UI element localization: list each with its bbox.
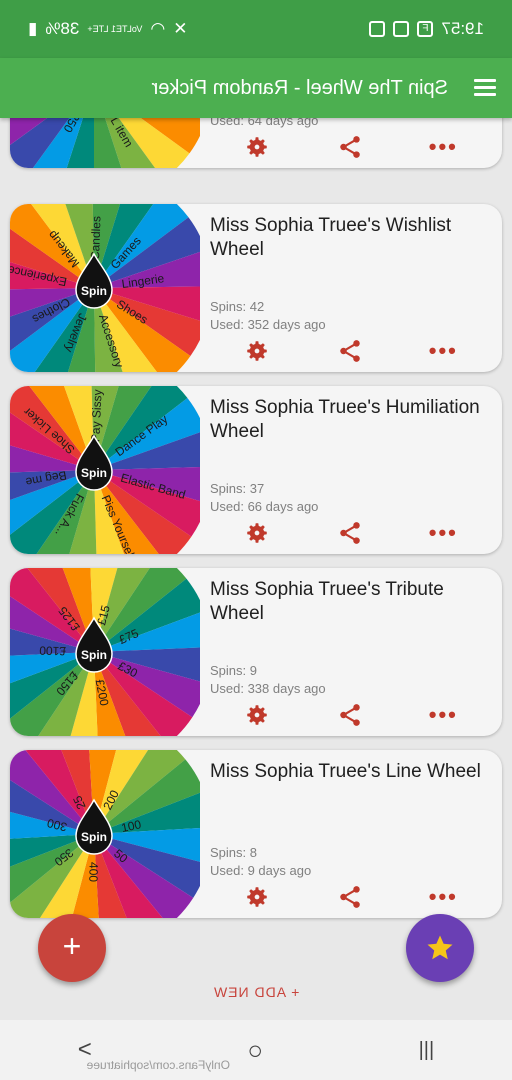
more-options-button[interactable]: •••	[428, 882, 458, 912]
wheel-segment-label: £100	[39, 643, 66, 658]
share-button[interactable]	[335, 518, 365, 548]
add-wheel-button[interactable]: +	[38, 914, 106, 982]
status-bar: 19:57 F ✕ ◠ VoLTE1 LTE+ 38% ▮	[0, 0, 512, 58]
home-icon[interactable]: ○	[247, 1035, 263, 1066]
wheel-last-used: Used: 66 days ago	[210, 499, 319, 514]
share-button[interactable]	[335, 700, 365, 730]
gear-icon	[246, 887, 267, 907]
settings-button[interactable]	[242, 700, 272, 730]
network-label: VoLTE1 LTE+	[87, 24, 143, 34]
watermark: OnlyFans.com/sophiatruee	[86, 1058, 230, 1072]
wheel-card[interactable]: 100 50 400 350 300 25 200 Spin Miss Sophia Truee…	[10, 750, 502, 918]
share-icon	[340, 886, 360, 908]
wheel-segment-label: Candles	[88, 216, 104, 260]
wifi-icon: ◠	[150, 19, 166, 38]
more-dots-icon: •••	[428, 134, 458, 159]
spin-label: Spin	[81, 830, 107, 844]
wheel-actions: •••	[210, 132, 490, 162]
add-new-button[interactable]: + ADD NEW	[0, 984, 512, 1014]
wheel-preview[interactable]: 100 50 400 350 300 25 200 Spin	[10, 750, 200, 918]
more-options-button[interactable]: •••	[428, 336, 458, 366]
share-button[interactable]	[335, 132, 365, 162]
spin-label: Spin	[81, 648, 107, 662]
wheel-spins-count: Spins: 42	[210, 299, 265, 314]
gallery-icon	[393, 21, 410, 37]
wheel-title: Miss Sophia Truee's Wishlist Wheel	[210, 215, 452, 260]
wheel-last-used: Used: 9 days ago	[210, 863, 312, 878]
spin-label: Spin	[81, 466, 107, 480]
gear-icon	[246, 523, 267, 543]
settings-button[interactable]	[242, 336, 272, 366]
wheel-segment-label: Pay Sissy	[88, 389, 104, 442]
wheel-graphic: £1002 +WL item£250£500secretSpin	[10, 118, 200, 168]
wheel-graphic: 1005040035030025 200Spin	[10, 750, 200, 918]
wheel-list[interactable]: £1002 +WL item£250£500secretSpinSpins: 1…	[0, 118, 512, 1020]
wheel-actions: •••	[210, 700, 490, 730]
wheel-actions: •••	[210, 882, 490, 912]
wheel-graphic: Dance PlayElastic BandPiss YourselfFuck …	[10, 386, 200, 554]
wheel-last-used: Used: 352 days ago	[210, 317, 326, 332]
more-options-button[interactable]: •••	[428, 518, 458, 548]
wheel-card[interactable]: Dance Play Elastic Band Piss Yourself Fuck …	[10, 386, 502, 554]
mute-icon: ✕	[173, 19, 188, 38]
settings-button[interactable]	[242, 518, 272, 548]
app-title: Spin The Wheel - Random Picker	[151, 76, 448, 99]
wheel-preview[interactable]: £1002 +WL item£250£500secretSpin	[10, 118, 200, 168]
share-icon	[340, 522, 360, 544]
menu-icon[interactable]	[472, 79, 496, 97]
wheel-last-used: Used: 64 days ago	[210, 118, 319, 128]
gear-icon	[246, 341, 267, 361]
record-icon	[369, 21, 386, 37]
more-options-button[interactable]: •••	[428, 700, 458, 730]
wheel-spins-count: Spins: 9	[210, 663, 257, 678]
share-button[interactable]	[335, 336, 365, 366]
wheel-preview[interactable]: £75 £30 £200 £150 £100 £125 £15 Spin	[10, 568, 200, 736]
settings-button[interactable]	[242, 132, 272, 162]
battery-icon: ▮	[28, 19, 38, 38]
more-options-button[interactable]: •••	[428, 132, 458, 162]
wheel-title: Miss Sophia Truee's Humiliation Wheel	[210, 397, 480, 442]
share-icon	[340, 340, 360, 362]
battery-percent: 38%	[45, 19, 80, 38]
app-bar: Spin The Wheel - Random Picker	[0, 58, 512, 118]
wheel-title: Miss Sophia Truee's Tribute Wheel	[210, 579, 444, 624]
more-dots-icon: •••	[428, 338, 458, 363]
notification-f-icon: F	[417, 21, 434, 37]
more-dots-icon: •••	[428, 884, 458, 909]
share-icon	[340, 136, 360, 158]
wheel-preview[interactable]: Games Lingerie Shoes Accessory Jewelry Clothe…	[10, 204, 200, 372]
wheel-card[interactable]: Games Lingerie Shoes Accessory Jewelry Clothe…	[10, 204, 502, 372]
wheel-spins-count: Spins: 8	[210, 845, 257, 860]
wheel-spins-count: Spins: 37	[210, 481, 265, 496]
share-button[interactable]	[335, 882, 365, 912]
wheel-card[interactable]: £1002 +WL item£250£500secretSpinSpins: 1…	[10, 118, 502, 168]
wheel-actions: •••	[210, 336, 490, 366]
wheel-last-used: Used: 338 days ago	[210, 681, 326, 696]
wheel-segment-label: 400	[86, 862, 100, 883]
star-icon	[427, 935, 453, 960]
wheel-graphic: £75£30£200£150£100£125 £15Spin	[10, 568, 200, 736]
more-dots-icon: •••	[428, 520, 458, 545]
add-new-label: + ADD NEW	[212, 984, 300, 1000]
wheel-graphic: GamesLingerieShoesAccessoryJewelryClothe…	[10, 204, 200, 372]
plus-icon: +	[62, 928, 82, 964]
status-time: 19:57	[441, 19, 484, 38]
settings-button[interactable]	[242, 882, 272, 912]
recents-icon[interactable]: |||	[419, 1039, 435, 1062]
share-icon	[340, 704, 360, 726]
wheel-preview[interactable]: Dance Play Elastic Band Piss Yourself Fuck …	[10, 386, 200, 554]
wheel-card[interactable]: £75 £30 £200 £150 £100 £125 £15 Spin Miss Sophia…	[10, 568, 502, 736]
gear-icon	[246, 137, 267, 157]
more-dots-icon: •••	[428, 702, 458, 727]
gear-icon	[246, 705, 267, 725]
wheel-actions: •••	[210, 518, 490, 548]
favorites-button[interactable]	[406, 914, 474, 982]
wheel-title: Miss Sophia Truee's Line Wheel	[210, 761, 481, 782]
spin-label: Spin	[81, 284, 107, 298]
